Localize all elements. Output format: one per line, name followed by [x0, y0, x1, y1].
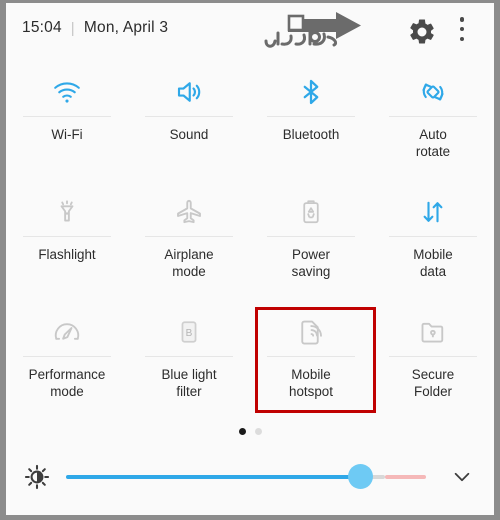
tile-label: Sound — [169, 127, 209, 142]
tile-label: Blue light filter — [161, 367, 217, 399]
status-bar: 15:04 | Mon, April 3 — [6, 3, 494, 58]
tile-divider — [267, 236, 355, 237]
tile-wifi[interactable]: Wi-Fi — [6, 58, 128, 178]
status-separator: | — [70, 19, 75, 37]
tile-blue-light-filter[interactable]: B Blue light filter — [128, 298, 376, 418]
tile-divider — [23, 236, 111, 237]
watermark-logo — [258, 7, 366, 53]
tile-divider — [145, 356, 233, 357]
tile-secure-folder[interactable]: Secure Folder — [372, 298, 494, 418]
tile-row: Wi-Fi Sound Bluetooth Auto rotate — [6, 58, 494, 178]
slider-track-filled — [66, 475, 356, 479]
tile-divider — [267, 356, 355, 357]
tile-airplane-mode[interactable]: Airplane mode — [128, 178, 250, 298]
performance-mode-icon — [50, 310, 84, 354]
tile-mobile-hotspot[interactable]: Mobile hotspot — [250, 298, 372, 418]
svg-text:B: B — [186, 328, 193, 339]
quick-settings-grid: Wi-Fi Sound Bluetooth Auto rotate Flashl… — [6, 58, 494, 418]
sound-icon — [172, 70, 206, 114]
power-saving-icon — [297, 190, 325, 234]
blue-light-filter-icon: B — [175, 310, 203, 354]
page-indicator — [6, 420, 494, 442]
brightness-slider[interactable] — [66, 464, 426, 490]
overflow-menu-button[interactable] — [450, 17, 474, 47]
brightness-icon — [20, 464, 54, 490]
slider-track-high-range — [384, 475, 426, 479]
tile-sound[interactable]: Sound — [128, 58, 250, 178]
tile-divider — [23, 356, 111, 357]
tile-divider — [389, 236, 477, 237]
overflow-menu-icon — [459, 17, 465, 22]
auto-rotate-icon — [417, 70, 449, 114]
bluetooth-icon — [295, 70, 327, 114]
tile-divider — [145, 236, 233, 237]
page-dot-2[interactable] — [254, 427, 262, 435]
tile-divider — [389, 356, 477, 357]
chevron-down-icon — [454, 472, 470, 482]
tile-label: Mobile data — [413, 247, 453, 279]
tile-label: Auto rotate — [415, 127, 451, 159]
tile-power-saving[interactable]: Power saving — [250, 178, 372, 298]
secure-folder-icon — [417, 310, 449, 354]
mobile-hotspot-icon — [296, 310, 326, 354]
settings-gear-button[interactable] — [407, 17, 437, 47]
page-dot-1[interactable] — [238, 427, 246, 435]
status-time: 15:04 — [22, 19, 62, 36]
tile-divider — [267, 116, 355, 117]
tile-label: Mobile hotspot — [289, 367, 333, 399]
slider-thumb[interactable] — [347, 464, 373, 489]
tile-bluetooth[interactable]: Bluetooth — [250, 58, 372, 178]
gear-icon — [410, 19, 434, 44]
status-date: Mon, April 3 — [83, 19, 169, 36]
mobile-data-icon — [417, 190, 449, 234]
tile-label: Secure Folder — [411, 367, 455, 399]
tile-flashlight[interactable]: Flashlight — [6, 178, 128, 298]
clock-date-area: 15:04 | Mon, April 3 — [22, 19, 168, 37]
tile-label: Power saving — [291, 247, 331, 279]
brightness-row — [6, 448, 494, 506]
tile-divider — [145, 116, 233, 117]
expand-brightness-button[interactable] — [444, 465, 480, 489]
panel-drag-handle-area[interactable] — [6, 506, 494, 515]
tile-row: Performance mode B Blue light filter Mob… — [6, 298, 494, 418]
flashlight-icon — [52, 190, 82, 234]
tile-divider — [389, 116, 477, 117]
quick-settings-panel: 15:04 | Mon, April 3 Wi-Fi Sound Bluetoo… — [6, 3, 494, 515]
airplane-icon — [172, 190, 206, 234]
tile-divider — [23, 116, 111, 117]
tile-label: Bluetooth — [282, 127, 340, 142]
tile-label: Wi-Fi — [51, 127, 83, 142]
tile-label: Performance mode — [28, 367, 106, 399]
tile-mobile-data[interactable]: Mobile data — [372, 178, 494, 298]
tile-label: Airplane mode — [164, 247, 214, 279]
tile-performance-mode[interactable]: Performance mode — [6, 298, 128, 418]
tile-row: Flashlight Airplane mode Power saving Mo… — [6, 178, 494, 298]
tile-label: Flashlight — [38, 247, 96, 262]
tile-auto-rotate[interactable]: Auto rotate — [372, 58, 494, 178]
wifi-icon — [50, 70, 84, 114]
